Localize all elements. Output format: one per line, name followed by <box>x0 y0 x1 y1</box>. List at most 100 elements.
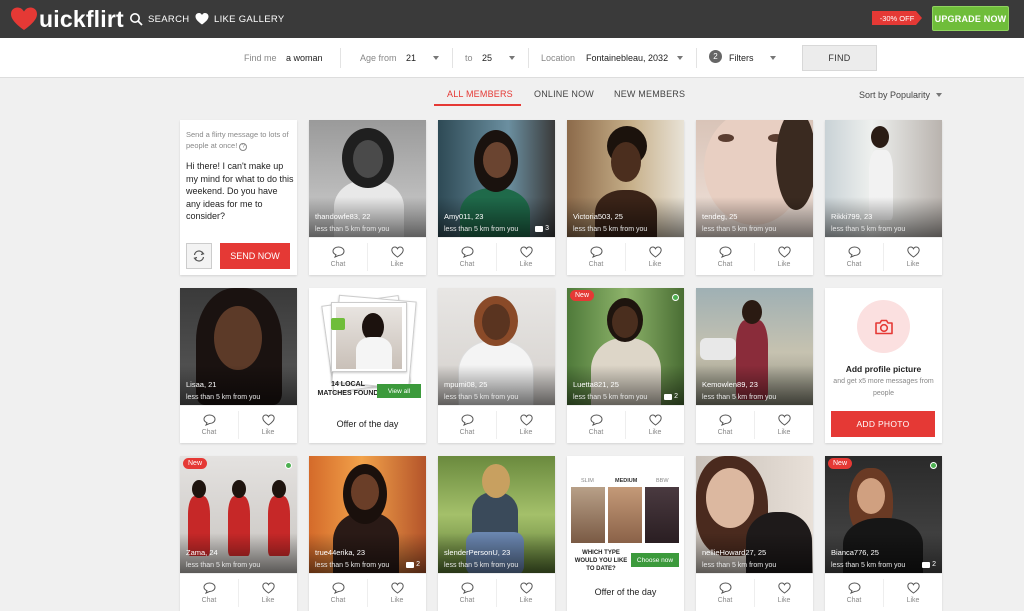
member-photo[interactable]: Victoria503, 25 less than 5 km from you <box>567 120 684 237</box>
mass-message-text: Hi there! I can't make up my mind for wh… <box>186 161 294 221</box>
chat-button[interactable]: Chat <box>696 238 754 276</box>
sort-dropdown[interactable]: Sort by Popularity <box>859 90 930 100</box>
upgrade-now-button[interactable]: UPGRADE NOW <box>932 6 1009 31</box>
member-photo[interactable]: tendeg, 25 less than 5 km from you <box>696 120 813 237</box>
chat-button[interactable]: Chat <box>696 406 754 444</box>
member-name: Amy011, 23 <box>444 212 484 221</box>
offer-title: Offer of the day <box>594 587 657 597</box>
chat-button[interactable]: Chat <box>309 574 367 611</box>
member-photo[interactable]: Amy011, 23 less than 5 km from you 3 <box>438 120 555 237</box>
chat-button[interactable]: Chat <box>438 406 496 444</box>
type-photo-bbw[interactable] <box>645 487 679 543</box>
nav-search[interactable]: SEARCH <box>129 11 189 27</box>
find-button[interactable]: FIND <box>802 45 877 71</box>
member-card[interactable]: tendeg, 25 less than 5 km from you Chat … <box>696 120 813 275</box>
chat-button[interactable]: Chat <box>438 574 496 611</box>
send-now-button[interactable]: SEND NOW <box>220 243 290 269</box>
like-button[interactable]: Like <box>884 238 942 276</box>
camera-circle[interactable] <box>857 300 910 353</box>
like-button[interactable]: Like <box>884 574 942 611</box>
member-card[interactable]: true44erika, 23 less than 5 km from you … <box>309 456 426 611</box>
member-photo[interactable]: New Bianca776, 25 less than 5 km from yo… <box>825 456 942 573</box>
offer-card[interactable]: 14 LOCAL MATCHES FOUND View all Offer of… <box>309 288 426 443</box>
member-card[interactable]: mpumi08, 25 less than 5 km from you Chat… <box>438 288 555 443</box>
member-card[interactable]: slenderPersonU, 23 less than 5 km from y… <box>438 456 555 611</box>
divider <box>696 48 697 68</box>
chat-button[interactable]: Chat <box>438 238 496 276</box>
location-select[interactable]: Fontainebleau, 2032 <box>586 53 668 63</box>
filters-dropdown[interactable]: Filters <box>729 53 754 63</box>
member-card[interactable]: Kemowlen89, 23 less than 5 km from you C… <box>696 288 813 443</box>
member-card[interactable]: Amy011, 23 less than 5 km from you 3 Cha… <box>438 120 555 275</box>
like-button[interactable]: Like <box>368 574 426 611</box>
find-me-select[interactable]: a woman <box>286 53 323 63</box>
member-card[interactable]: New Zama, 24 less than 5 km from you Cha… <box>180 456 297 611</box>
type-label-medium: MEDIUM <box>615 478 638 484</box>
like-button[interactable]: Like <box>755 574 813 611</box>
member-username: slenderPersonU <box>444 548 498 557</box>
question-icon[interactable]: ? <box>239 143 248 151</box>
member-photo[interactable]: thandowfe83, 22 less than 5 km from you <box>309 120 426 237</box>
age-to-select[interactable]: 25 <box>482 53 492 63</box>
member-card[interactable]: New Bianca776, 25 less than 5 km from yo… <box>825 456 942 611</box>
chat-button[interactable]: Chat <box>180 406 238 444</box>
like-button[interactable]: Like <box>239 406 297 444</box>
chat-button[interactable]: Chat <box>567 406 625 444</box>
member-photo[interactable]: true44erika, 23 less than 5 km from you … <box>309 456 426 573</box>
filter-bar: Find me a woman Age from 21 to 25 Locati… <box>0 38 1024 78</box>
member-distance: less than 5 km from you <box>702 226 777 233</box>
member-card[interactable]: Victoria503, 25 less than 5 km from you … <box>567 120 684 275</box>
chat-button[interactable]: Chat <box>180 574 238 611</box>
like-button[interactable]: Like <box>497 406 555 444</box>
tab-online-now[interactable]: ONLINE NOW <box>534 89 594 99</box>
member-photo[interactable]: New Zama, 24 less than 5 km from you <box>180 456 297 573</box>
member-distance: less than 5 km from you <box>444 226 519 233</box>
view-all-button[interactable]: View all <box>377 384 421 398</box>
heart-outline-icon <box>906 582 920 594</box>
offer-card[interactable]: SLIM MEDIUM BBW WHICH TYPE WOULD YOU LIK… <box>567 456 684 611</box>
like-button[interactable]: Like <box>755 406 813 444</box>
like-button[interactable]: Like <box>497 238 555 276</box>
member-card[interactable]: nellieHoward27, 25 less than 5 km from y… <box>696 456 813 611</box>
member-username: Zama <box>186 548 206 557</box>
member-card[interactable]: Lisaa, 21 less than 5 km from you Chat L… <box>180 288 297 443</box>
like-label: Like <box>777 429 791 436</box>
chat-icon <box>589 414 603 426</box>
choose-now-button[interactable]: Choose now <box>631 553 679 567</box>
member-card[interactable]: Rikki799, 23 less than 5 km from you Cha… <box>825 120 942 275</box>
member-photo[interactable]: slenderPersonU, 23 less than 5 km from y… <box>438 456 555 573</box>
add-photo-button[interactable]: ADD PHOTO <box>831 411 935 437</box>
member-name: Bianca776, 25 <box>831 548 879 557</box>
member-photo[interactable]: Kemowlen89, 23 less than 5 km from you <box>696 288 813 405</box>
type-photo-medium[interactable] <box>608 487 642 543</box>
tab-all-members[interactable]: ALL MEMBERS <box>447 89 513 99</box>
nav-like-gallery[interactable]: LIKE GALLERY <box>195 11 285 27</box>
chat-button[interactable]: Chat <box>567 238 625 276</box>
chat-button[interactable]: Chat <box>696 574 754 611</box>
chat-button[interactable]: Chat <box>309 238 367 276</box>
refresh-message-button[interactable] <box>186 243 212 269</box>
logo[interactable]: uickflirt <box>10 6 124 32</box>
member-distance: less than 5 km from you <box>831 226 906 233</box>
like-label: Like <box>519 597 533 604</box>
tab-new-members[interactable]: NEW MEMBERS <box>614 89 685 99</box>
like-button[interactable]: Like <box>626 406 684 444</box>
member-photo[interactable]: nellieHoward27, 25 less than 5 km from y… <box>696 456 813 573</box>
like-button[interactable]: Like <box>497 574 555 611</box>
member-photo[interactable]: Rikki799, 23 less than 5 km from you <box>825 120 942 237</box>
member-photo[interactable]: Lisaa, 21 less than 5 km from you <box>180 288 297 405</box>
like-button[interactable]: Like <box>755 238 813 276</box>
age-from-select[interactable]: 21 <box>406 53 416 63</box>
chat-button[interactable]: Chat <box>825 238 883 276</box>
like-label: Like <box>648 261 662 268</box>
like-button[interactable]: Like <box>626 238 684 276</box>
member-photo[interactable]: New Luetta821, 25 less than 5 km from yo… <box>567 288 684 405</box>
like-button[interactable]: Like <box>239 574 297 611</box>
like-button[interactable]: Like <box>368 238 426 276</box>
member-card[interactable]: thandowfe83, 22 less than 5 km from you … <box>309 120 426 275</box>
card-actions: Chat Like <box>696 573 813 611</box>
member-card[interactable]: New Luetta821, 25 less than 5 km from yo… <box>567 288 684 443</box>
type-photo-slim[interactable] <box>571 487 605 543</box>
member-photo[interactable]: mpumi08, 25 less than 5 km from you <box>438 288 555 405</box>
chat-button[interactable]: Chat <box>825 574 883 611</box>
